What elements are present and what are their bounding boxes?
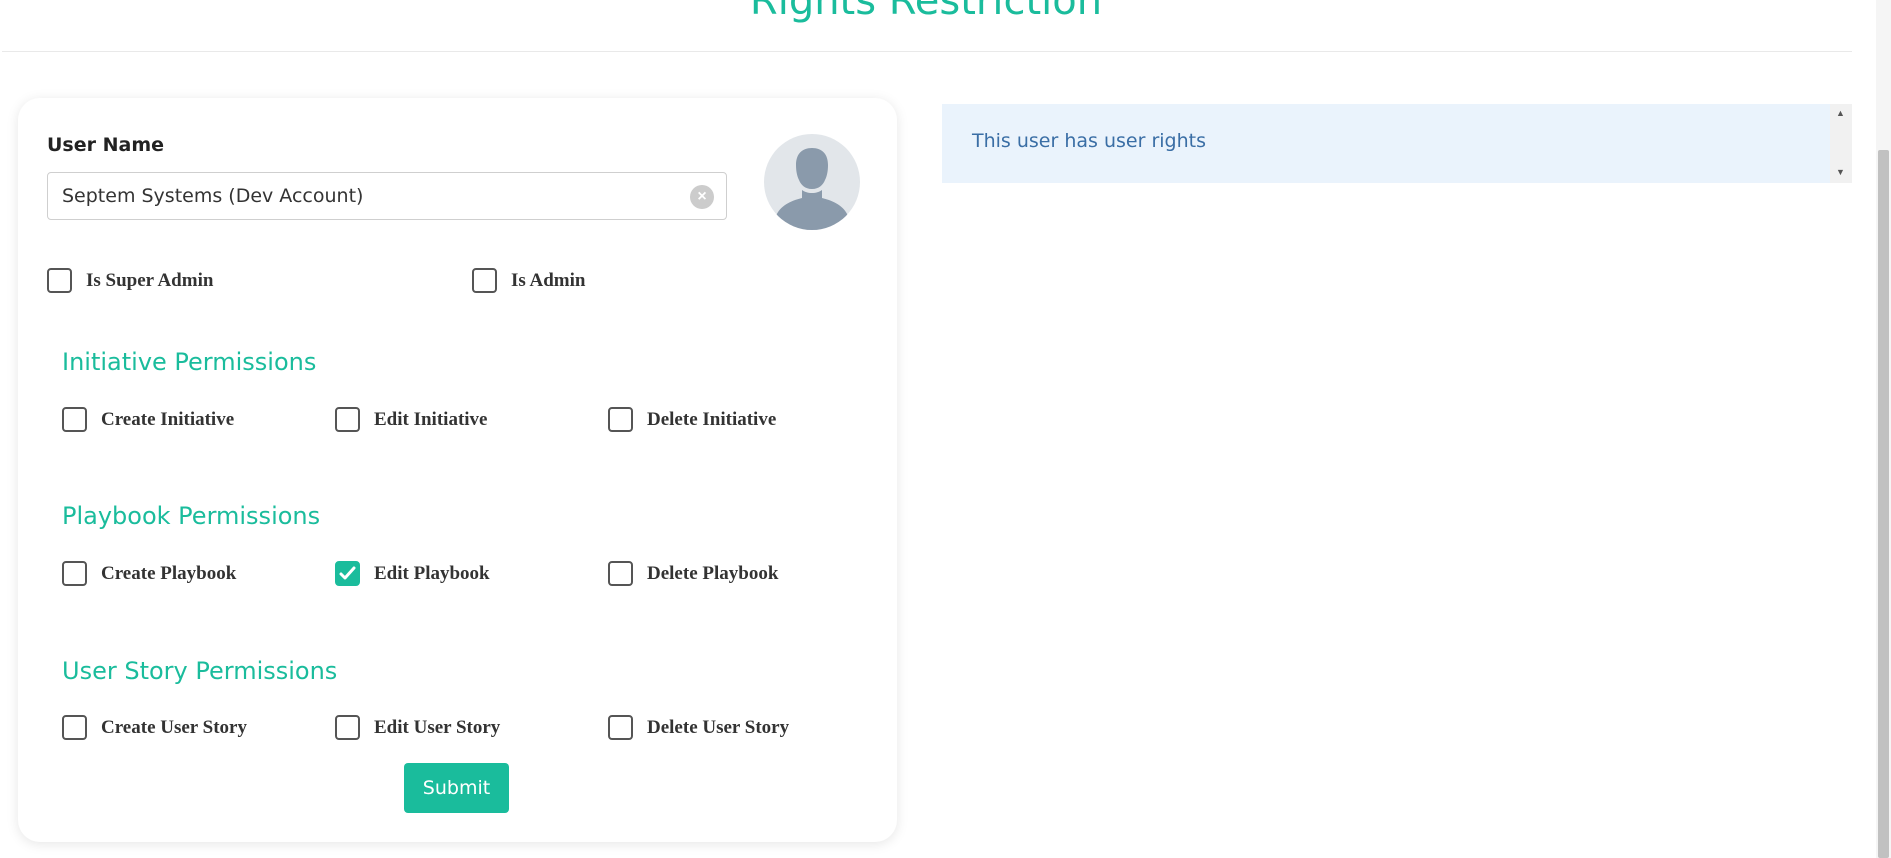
delete-initiative-option[interactable]: Delete Initiative [608,407,776,432]
scroll-down-icon[interactable]: ▼ [1836,167,1845,177]
super-admin-checkbox[interactable] [47,268,72,293]
create-playbook-checkbox[interactable] [62,561,87,586]
create-playbook-option[interactable]: Create Playbook [62,561,236,586]
delete-playbook-label: Delete Playbook [647,562,779,584]
edit-user-story-label: Edit User Story [374,716,501,738]
edit-initiative-checkbox[interactable] [335,407,360,432]
info-panel-scrollbar[interactable]: ▲ ▼ [1830,104,1852,183]
user-name-field[interactable]: × [47,172,727,220]
clear-icon[interactable]: × [690,185,714,209]
create-user-story-checkbox[interactable] [62,715,87,740]
edit-playbook-label: Edit Playbook [374,562,490,584]
admin-option[interactable]: Is Admin [472,268,585,293]
create-user-story-option[interactable]: Create User Story [62,715,247,740]
delete-initiative-checkbox[interactable] [608,407,633,432]
page-scrollbar-thumb[interactable] [1878,150,1889,858]
delete-initiative-label: Delete Initiative [647,408,777,430]
admin-label: Is Admin [511,269,586,291]
create-user-story-label: Create User Story [101,716,247,738]
create-initiative-checkbox[interactable] [62,407,87,432]
edit-user-story-option[interactable]: Edit User Story [335,715,500,740]
scroll-up-icon[interactable]: ▲ [1836,108,1845,118]
user-story-permissions-title: User Story Permissions [62,657,338,685]
info-panel: This user has user rights ▲ ▼ [942,104,1852,183]
user-name-label: User Name [47,134,165,156]
edit-playbook-option[interactable]: Edit Playbook [335,561,490,586]
delete-user-story-label: Delete User Story [647,716,790,738]
delete-playbook-option[interactable]: Delete Playbook [608,561,778,586]
playbook-permissions-title: Playbook Permissions [62,502,321,530]
create-initiative-label: Create Initiative [101,408,235,430]
edit-initiative-label: Edit Initiative [374,408,488,430]
edit-user-story-checkbox[interactable] [335,715,360,740]
edit-initiative-option[interactable]: Edit Initiative [335,407,487,432]
delete-user-story-option[interactable]: Delete User Story [608,715,789,740]
user-name-input[interactable] [48,173,668,219]
create-initiative-option[interactable]: Create Initiative [62,407,234,432]
header-divider [2,51,1852,52]
avatar [764,134,860,230]
super-admin-option[interactable]: Is Super Admin [47,268,213,293]
delete-playbook-checkbox[interactable] [608,561,633,586]
delete-user-story-checkbox[interactable] [608,715,633,740]
initiative-permissions-title: Initiative Permissions [62,348,317,376]
edit-playbook-checkbox[interactable] [335,561,360,586]
page-scrollbar[interactable] [1876,0,1891,858]
page-title: Rights Restriction [749,0,1103,24]
super-admin-label: Is Super Admin [86,269,214,291]
user-silhouette-icon [776,148,848,230]
info-message: This user has user rights [972,130,1206,152]
submit-button[interactable]: Submit [404,763,509,813]
rights-form-card: User Name × Is Super Admin Is Admin Init… [18,98,897,842]
check-icon [339,566,356,580]
create-playbook-label: Create Playbook [101,562,237,584]
admin-checkbox[interactable] [472,268,497,293]
